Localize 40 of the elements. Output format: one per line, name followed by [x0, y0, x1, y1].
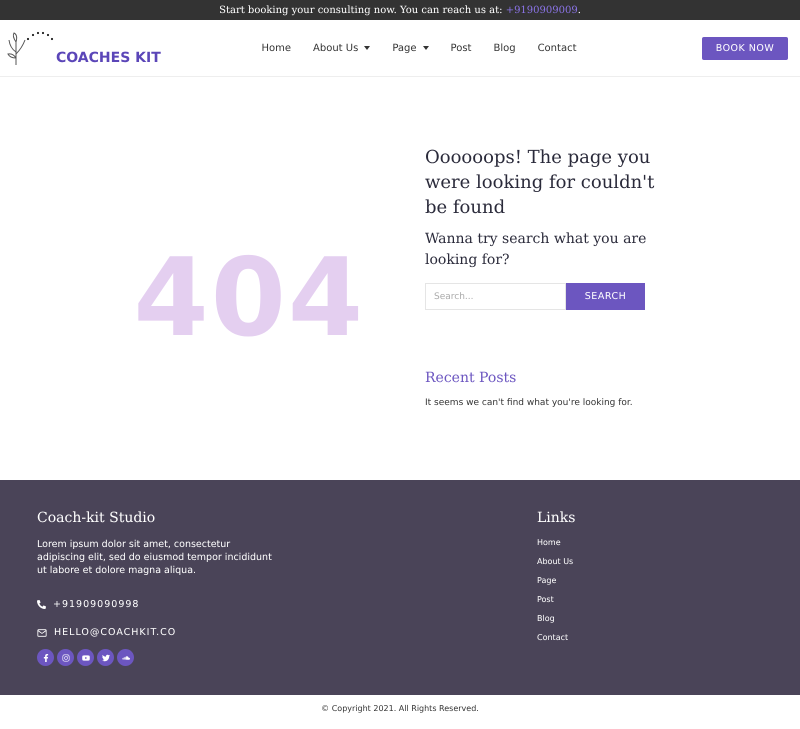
- youtube-button[interactable]: [77, 649, 94, 666]
- twitter-button[interactable]: [97, 649, 114, 666]
- nav-link[interactable]: Contact: [538, 42, 576, 54]
- announcement-text: Start booking your consulting now. You can reach us at: +9190909009.: [219, 4, 581, 16]
- no-posts-message: It seems we can't find what you're looking for.: [425, 398, 634, 408]
- nav-link[interactable]: Post: [450, 42, 472, 54]
- footer-link[interactable]: Home: [537, 538, 763, 548]
- footer-title: Coach-kit Studio: [37, 510, 156, 526]
- soundcloud-icon: [122, 654, 130, 662]
- footer-phone: +91909090998: [53, 599, 140, 610]
- nav-link[interactable]: Page: [392, 42, 429, 54]
- logo-text[interactable]: COACHES KIT: [56, 50, 161, 66]
- soundcloud-button[interactable]: [117, 649, 134, 666]
- copyright-text: © Copyright 2021. All Rights Reserved.: [321, 704, 479, 712]
- facebook-icon: [42, 654, 50, 662]
- facebook-button[interactable]: [37, 649, 54, 666]
- footer-link[interactable]: Post: [537, 595, 763, 605]
- phone-icon: [37, 600, 46, 609]
- error-subheading: Wanna try search what you are looking for?: [425, 230, 648, 270]
- footer-link[interactable]: Blog: [537, 614, 763, 624]
- nav-link[interactable]: Home: [262, 42, 292, 54]
- youtube-icon: [82, 654, 90, 662]
- twitter-icon: [102, 654, 110, 662]
- links-title: Links: [537, 510, 576, 526]
- footer-description: Lorem ipsum dolor sit amet, consectetur adipiscing elit, sed do eiusmod tempor incididunt ut labore et dolore magna aliqua.: [37, 538, 272, 577]
- book-now-button[interactable]: BOOK NOW: [702, 36, 788, 60]
- search-field[interactable]: Search...: [425, 283, 566, 310]
- instagram-button[interactable]: [57, 649, 74, 666]
- instagram-icon: [62, 654, 70, 662]
- nav-link[interactable]: About Us: [313, 42, 370, 54]
- footer-link[interactable]: About Us: [537, 557, 763, 567]
- mail-icon: [37, 628, 47, 638]
- recent-posts-title: Recent Posts: [425, 370, 518, 386]
- error-heading: Oooooops! The page you were looking for couldn't be found: [425, 146, 655, 220]
- footer-link[interactable]: Contact: [537, 633, 763, 643]
- footer-email: HELLO@COACHKIT.CO: [54, 627, 176, 638]
- footer-link[interactable]: Page: [537, 576, 763, 586]
- logo-icon: [6, 30, 54, 66]
- search-button[interactable]: SEARCH: [566, 283, 645, 310]
- nav-link[interactable]: Blog: [493, 42, 516, 54]
